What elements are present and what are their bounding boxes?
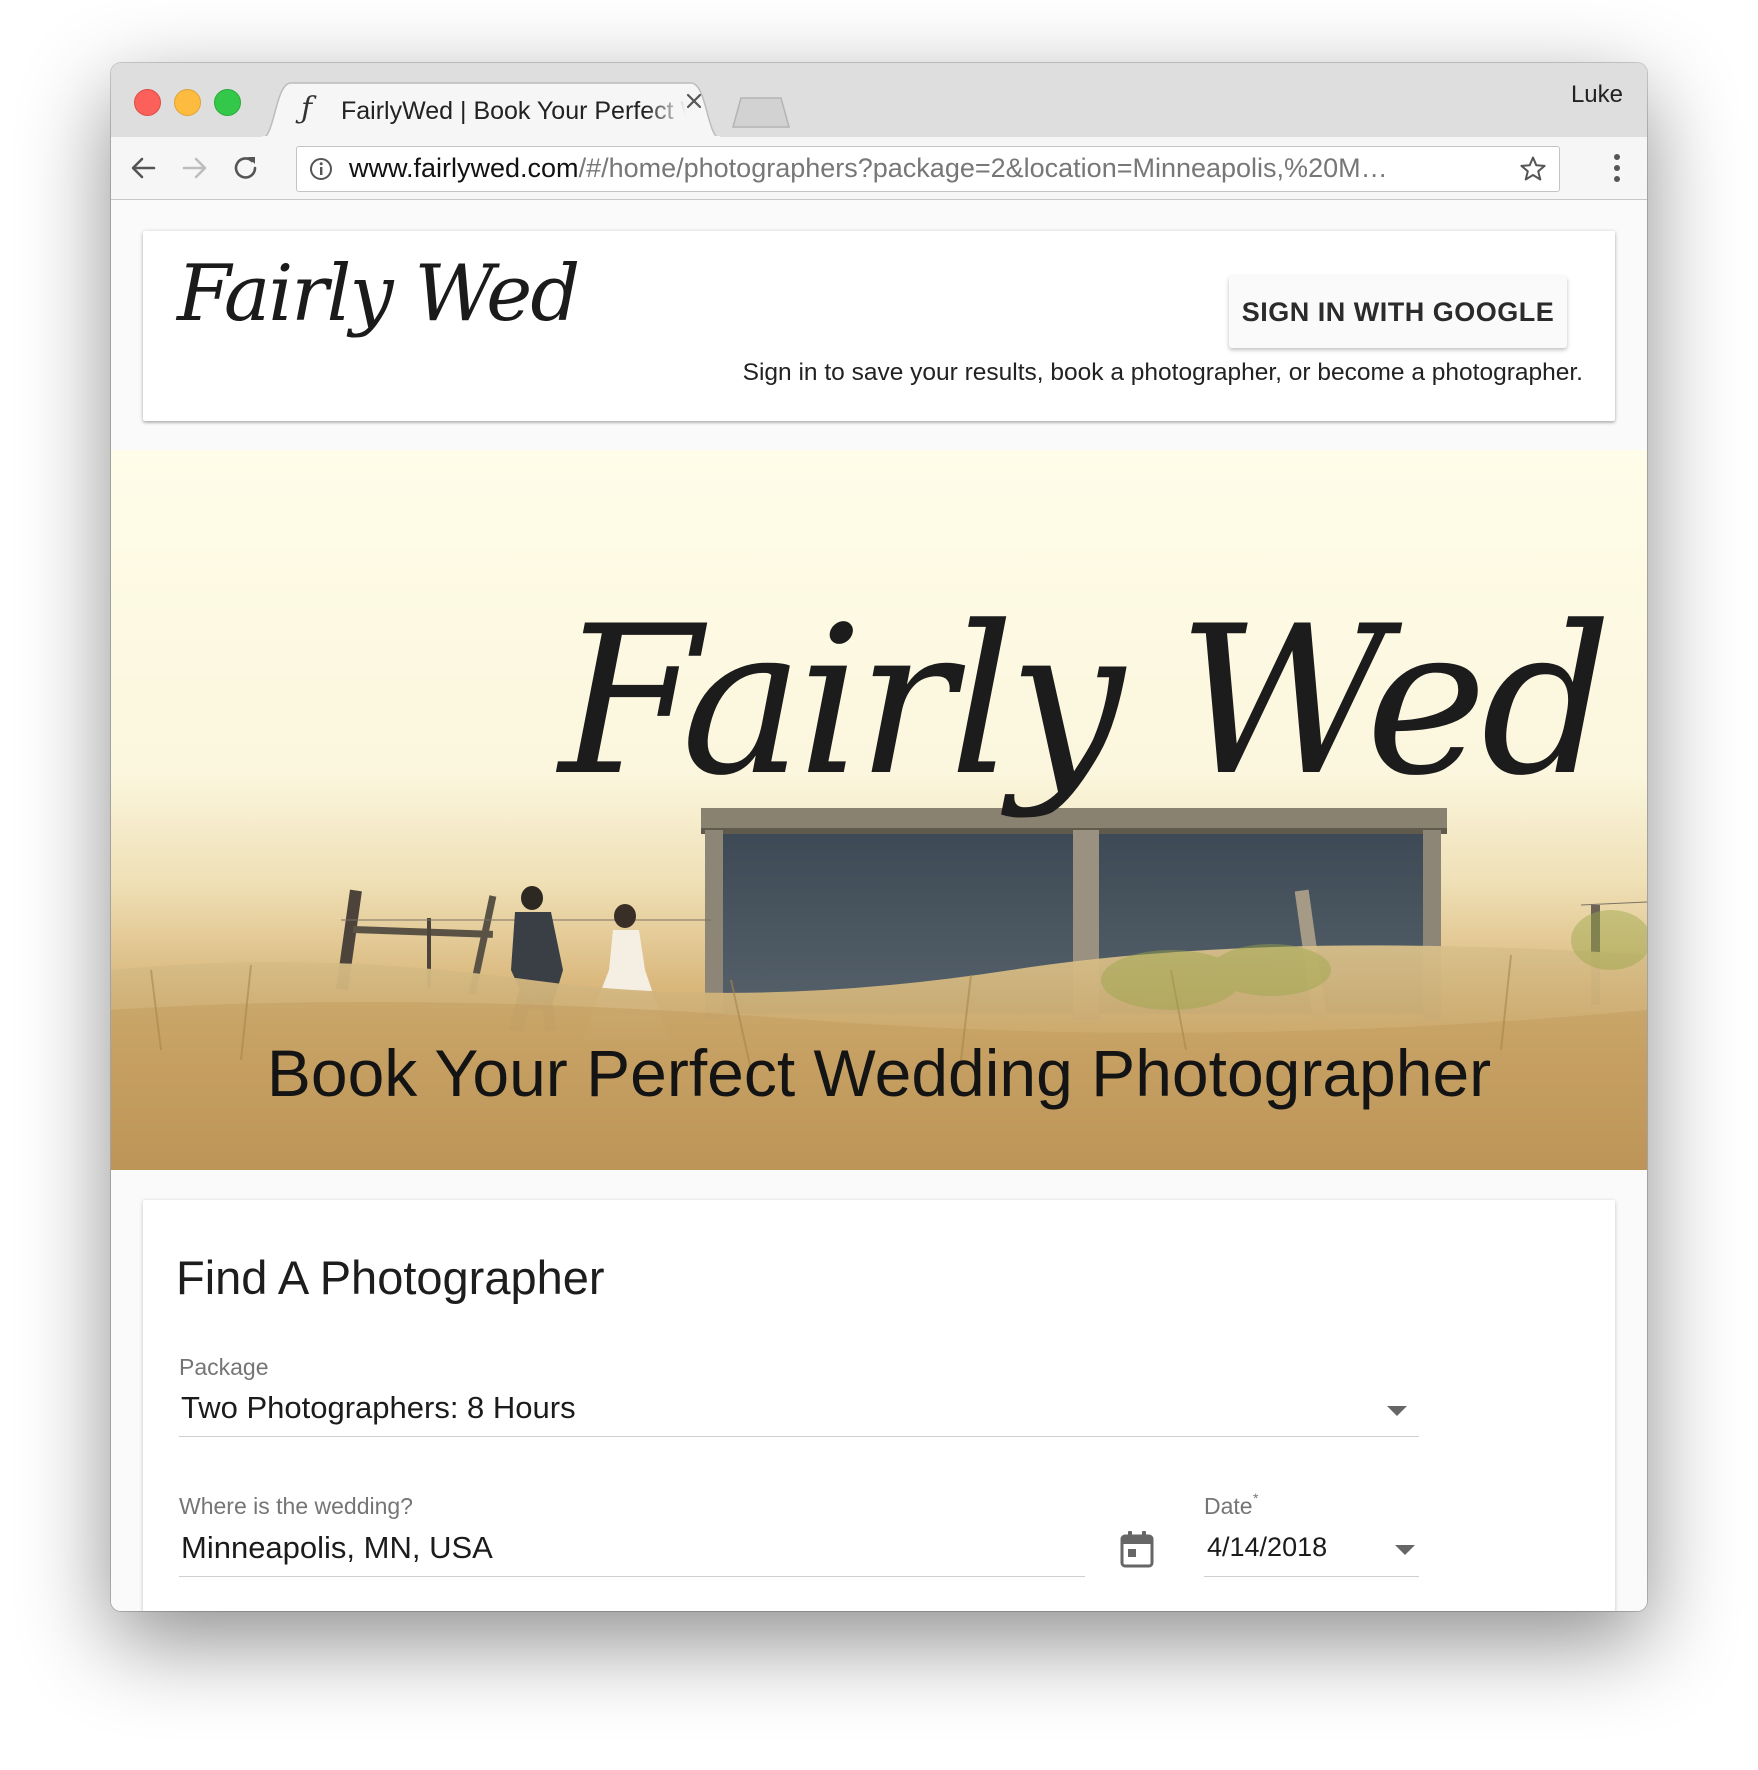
- location-underline: [179, 1576, 1085, 1577]
- address-bar[interactable]: www.fairlywed.com/#/home/photographers?p…: [296, 146, 1560, 192]
- info-icon[interactable]: [309, 157, 333, 181]
- arrow-right-icon[interactable]: [177, 151, 211, 185]
- location-input[interactable]: Minneapolis, MN, USA: [181, 1530, 493, 1566]
- hero-title: Book Your Perfect Wedding Photographer: [266, 1036, 1492, 1110]
- minimize-window-button[interactable]: [174, 89, 201, 116]
- new-tab-button[interactable]: [731, 95, 791, 129]
- profile-name[interactable]: Luke: [1571, 81, 1623, 109]
- date-label: Date: [1204, 1493, 1253, 1519]
- sign-in-with-google-button[interactable]: SIGN IN WITH GOOGLE: [1229, 276, 1567, 348]
- tab-fairlywed[interactable]: ƒ FairlyWed | Book Your Perfect Wedding …: [261, 81, 721, 139]
- star-icon[interactable]: [1519, 155, 1547, 183]
- hero-logo: Fairly Wed: [559, 583, 1612, 821]
- more-vert-icon[interactable]: [1613, 153, 1621, 183]
- tab-title: FairlyWed | Book Your Perfect Wedding Ph…: [341, 97, 686, 126]
- close-icon[interactable]: [684, 91, 704, 111]
- url-path: /#/home/photographers?package=2&location…: [578, 153, 1388, 183]
- title-bar: ƒ FairlyWed | Book Your Perfect Wedding …: [111, 63, 1647, 139]
- required-asterisk: *: [1253, 1490, 1259, 1506]
- location-label: Where is the wedding?: [179, 1493, 413, 1519]
- favicon-icon: ƒ: [301, 91, 313, 126]
- package-label: Package: [179, 1354, 269, 1380]
- maximize-window-button[interactable]: [214, 89, 241, 116]
- url-host: www.fairlywed.com: [349, 153, 579, 183]
- close-window-button[interactable]: [134, 89, 161, 116]
- search-title: Find A Photographer: [176, 1251, 605, 1304]
- site-logo[interactable]: Fairly Wed: [177, 249, 580, 339]
- browser-toolbar: www.fairlywed.com/#/home/photographers?p…: [111, 137, 1647, 200]
- site-header: Fairly Wed SIGN IN WITH GOOGLE Sign in t…: [143, 231, 1615, 421]
- reload-icon[interactable]: [229, 151, 263, 185]
- browser-window: ƒ FairlyWed | Book Your Perfect Wedding …: [111, 63, 1647, 1611]
- chevron-down-icon[interactable]: [1395, 1545, 1415, 1555]
- find-photographer-card: Find A Photographer Package Two Photogra…: [143, 1200, 1615, 1611]
- package-select[interactable]: Two Photographers: 8 Hours: [181, 1390, 576, 1426]
- arrow-left-icon[interactable]: [127, 151, 161, 185]
- date-picker[interactable]: 4/14/2018: [1207, 1532, 1327, 1563]
- sign-in-note: Sign in to save your results, book a pho…: [742, 359, 1583, 386]
- package-underline: [179, 1436, 1419, 1437]
- chevron-down-icon[interactable]: [1387, 1406, 1407, 1416]
- date-underline: [1204, 1576, 1419, 1577]
- calendar-icon[interactable]: [1119, 1530, 1155, 1570]
- page-content: Fairly Wed SIGN IN WITH GOOGLE Sign in t…: [111, 200, 1647, 1611]
- hero-banner: Fairly Wed Book Your Perfect Wedding Pho…: [111, 450, 1647, 1170]
- url-text: www.fairlywed.com/#/home/photographers?p…: [349, 153, 1388, 184]
